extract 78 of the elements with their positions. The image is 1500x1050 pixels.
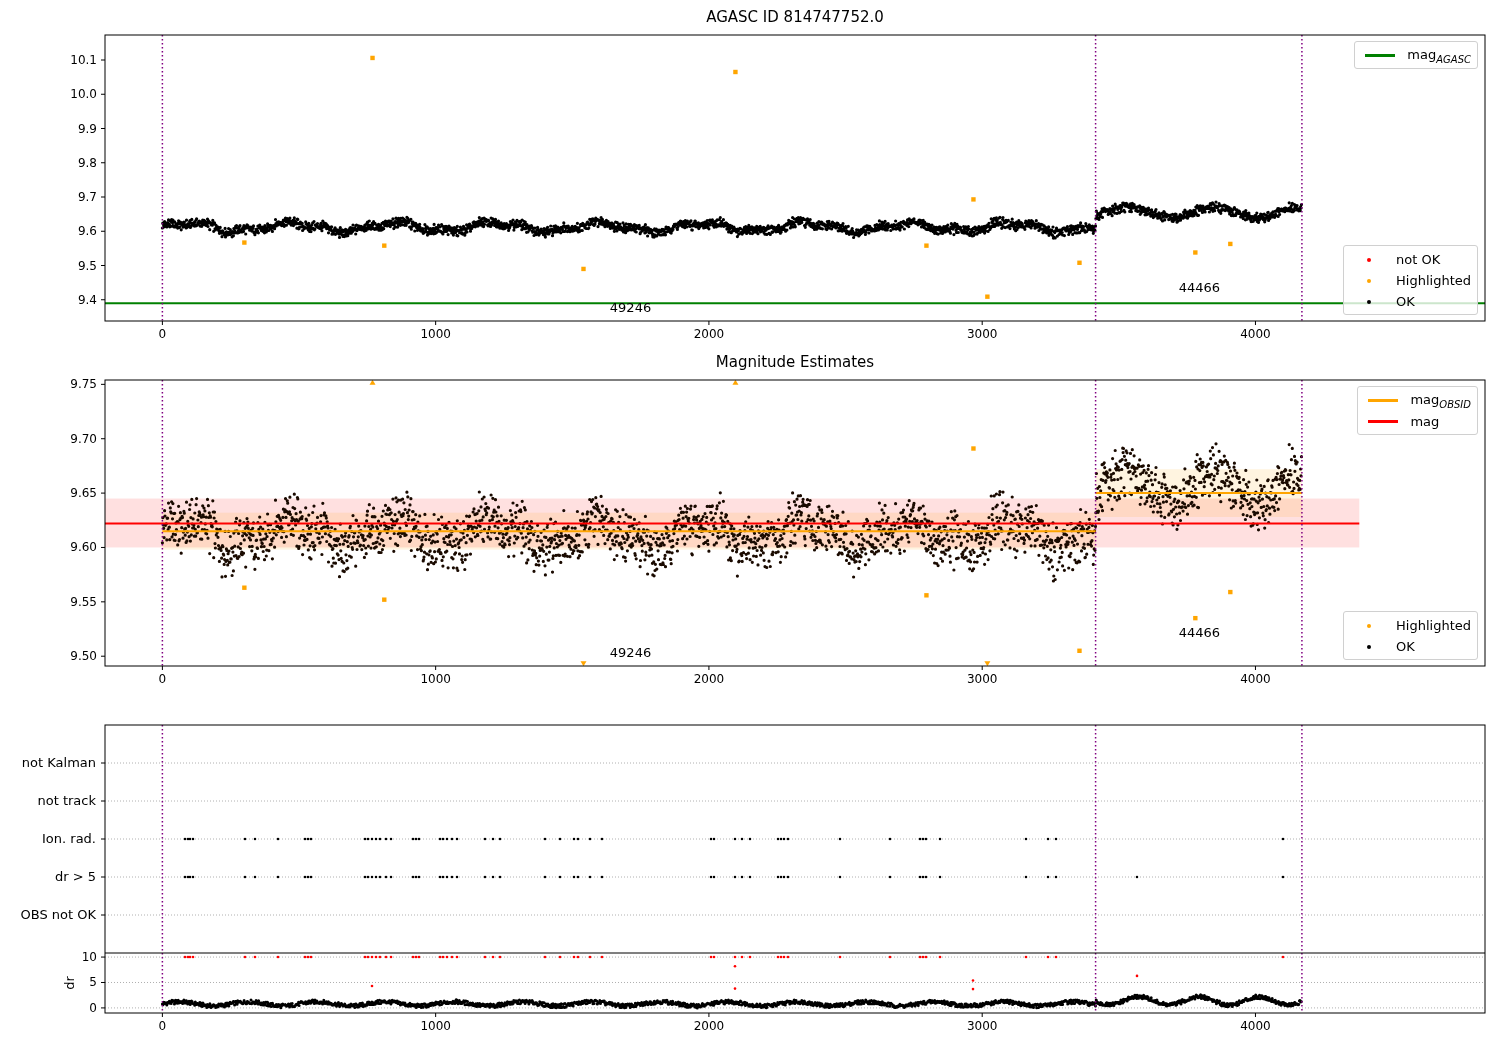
x-tick-label: 3000 <box>966 1019 998 1033</box>
dr-limit-point <box>748 955 752 959</box>
dr-outlier-point <box>733 964 737 968</box>
legend-label: Highlighted <box>1396 618 1471 633</box>
x-tick-label: 2000 <box>693 327 725 341</box>
obsid-label: 44466 <box>1178 625 1221 641</box>
obsid-label: 49246 <box>609 644 652 660</box>
dr-limit-point <box>838 955 842 959</box>
y-tick-label: 9.50 <box>70 649 97 664</box>
dr-limit-point <box>1024 955 1028 959</box>
dr-limit-point <box>733 955 737 959</box>
axis-label: dr <box>62 976 77 990</box>
dr-limit-point <box>543 955 547 959</box>
y-tick-label: 9.7 <box>77 190 97 204</box>
obsid-label: 44466 <box>1178 279 1221 295</box>
legend-label: mag$_{OBSID}$ <box>1410 391 1471 410</box>
legend-label: mag$_{AGASC}$ <box>1407 46 1471 65</box>
y-tick-label: 9.55 <box>70 594 97 609</box>
x-tick-label: 3000 <box>966 327 998 341</box>
y-tick-label: 9.70 <box>70 431 97 446</box>
dr-limit-point <box>243 955 247 959</box>
flag-label: Ion. rad. <box>42 831 96 846</box>
chart-title: Magnitude Estimates <box>715 353 875 371</box>
x-tick-label: 0 <box>158 1019 167 1033</box>
dr-limit-point <box>740 955 744 959</box>
x-tick-label: 4000 <box>1240 327 1271 341</box>
y-tick-label: 9.6 <box>77 224 97 239</box>
y-tick-label: 5 <box>89 975 97 990</box>
flag-label: not track <box>37 793 96 808</box>
dr-limit-point <box>1054 955 1058 959</box>
x-tick-label: 2000 <box>693 672 725 686</box>
dr-outlier-point <box>971 987 975 991</box>
y-tick-label: 9.8 <box>77 155 97 170</box>
dr-limit-point <box>1046 955 1050 959</box>
flag-label: OBS not OK <box>20 907 96 922</box>
legend-label: Highlighted <box>1396 273 1471 288</box>
dr-limit-point <box>938 955 942 959</box>
dr-limit-point <box>491 955 495 959</box>
y-tick-label: 9.75 <box>70 377 97 392</box>
x-tick-label: 4000 <box>1240 1019 1271 1033</box>
dr-limit-point <box>483 955 487 959</box>
y-tick-label: 10.0 <box>70 87 97 102</box>
x-tick-label: 2000 <box>693 1019 725 1033</box>
y-tick-label: 9.5 <box>77 258 97 273</box>
y-tick-label: 9.9 <box>77 121 97 136</box>
dr-limit-point <box>558 955 562 959</box>
x-tick-label: 0 <box>158 672 167 686</box>
flag-label: dr > 5 <box>54 869 96 884</box>
dr-outlier-point <box>971 979 975 982</box>
dr-limit-point <box>600 955 604 959</box>
x-tick-label: 1000 <box>420 1019 451 1033</box>
chart-title: AGASC ID 814747752.0 <box>706 8 884 26</box>
dr-limit-point <box>253 955 257 959</box>
y-tick-label: 9.4 <box>77 292 97 307</box>
legend-label: mag <box>1410 414 1440 429</box>
dr-limit-point <box>888 955 892 959</box>
y-tick-label: 9.65 <box>70 486 97 501</box>
y-tick-label: 10 <box>81 950 97 965</box>
legend-label: OK <box>1396 294 1415 309</box>
x-tick-label: 1000 <box>420 327 451 341</box>
y-tick-label: 9.60 <box>70 540 97 555</box>
x-tick-label: 0 <box>158 327 167 341</box>
dr-outlier-point <box>1135 974 1139 978</box>
legend-label: not OK <box>1396 252 1441 267</box>
dr-limit-point <box>588 955 592 959</box>
y-tick-label: 0 <box>89 1000 97 1015</box>
dr-limit-point <box>1281 955 1285 959</box>
y-tick-label: 10.1 <box>70 53 97 67</box>
dr-limit-point <box>498 955 502 959</box>
flag-label: not Kalman <box>21 755 96 770</box>
dr-limit-point <box>276 955 280 959</box>
dr-outlier-point <box>370 984 374 988</box>
legend-label: OK <box>1396 639 1415 654</box>
x-tick-label: 4000 <box>1240 672 1271 686</box>
x-tick-label: 1000 <box>420 672 451 686</box>
x-tick-label: 3000 <box>966 672 998 686</box>
dr-outlier-point <box>733 987 737 990</box>
obsid-label: 49246 <box>609 299 652 315</box>
